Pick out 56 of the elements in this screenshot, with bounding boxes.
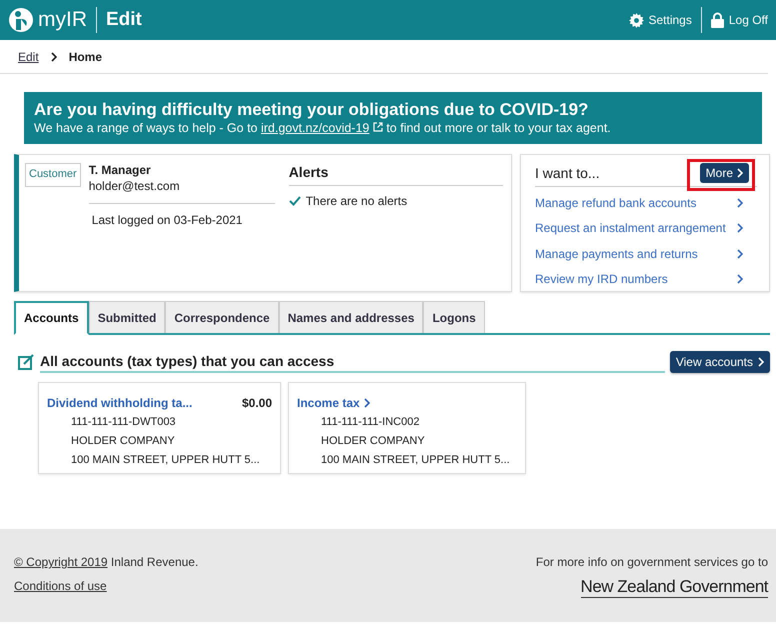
government-info-text: For more info on government services go to: [536, 555, 768, 569]
chevron-icon: [737, 274, 743, 284]
banner-text: We have a range of ways to help - Go to ird.govt.nz/covid-19 to find out more or talk to your tax agent.: [34, 121, 612, 135]
banner-title: Are you having difficulty meeting your obligations due to COVID-19?: [34, 100, 590, 120]
section-title: Edit: [106, 9, 142, 31]
copyright-text: © Copyright 2019 Inland Revenue.: [14, 555, 198, 569]
account-address: 100 MAIN STREET, UPPER HUTT 5...: [321, 454, 511, 467]
account-link[interactable]: Income tax: [297, 396, 370, 410]
chevron-icon: [737, 223, 743, 234]
app-title: myIR: [38, 8, 87, 32]
account-balance: $0.00: [242, 396, 272, 410]
logo-icon: [8, 7, 34, 33]
tab[interactable]: Correspondence: [165, 301, 279, 333]
lock-icon: [710, 12, 724, 28]
customer-badge: Customer: [25, 163, 81, 187]
tab[interactable]: Logons: [423, 301, 485, 333]
alerts-heading: Alerts: [288, 163, 503, 186]
account-number: 111-111-111-INC002: [321, 416, 420, 429]
account-number: 111-111-111-DWT003: [71, 416, 177, 429]
breadcrumb-link[interactable]: Edit: [18, 50, 39, 64]
copyright-link[interactable]: © Copyright 2019: [14, 555, 108, 569]
tab[interactable]: Accounts: [14, 301, 89, 335]
chevron-icon: [737, 198, 743, 208]
settings-button[interactable]: Settings: [628, 12, 692, 28]
conditions-link[interactable]: Conditions of use: [14, 579, 107, 593]
last-logged-text: Last logged on 03-Feb-2021: [92, 213, 244, 227]
i-want-to-heading: I want to...: [535, 165, 600, 181]
chevron-icon: [758, 357, 764, 367]
covid-link[interactable]: ird.govt.nz/covid-19: [260, 121, 370, 135]
section-heading: All accounts (tax types) that you can access: [40, 351, 665, 373]
chevron-icon: [50, 52, 57, 62]
action-link[interactable]: Manage payments and returns: [535, 241, 757, 266]
account-holder: HOLDER COMPANY: [71, 435, 176, 448]
log-off-button[interactable]: Log Off: [710, 12, 768, 28]
account-link[interactable]: Dividend withholding ta...: [47, 396, 192, 410]
account-holder: HOLDER COMPANY: [321, 435, 426, 448]
check-icon: [288, 196, 301, 206]
alerts-message: There are no alerts: [306, 194, 408, 208]
account-address: 100 MAIN STREET, UPPER HUTT 5...: [71, 454, 261, 467]
breadcrumb-current: Home: [68, 50, 102, 64]
tab[interactable]: Names and addresses: [278, 301, 424, 333]
customer-name: T. Manager: [88, 163, 152, 177]
action-link[interactable]: Request an instalment arrangement: [535, 216, 757, 241]
external-link-icon: [372, 122, 383, 132]
chevron-icon: [737, 248, 743, 259]
tab[interactable]: Submitted: [88, 301, 166, 333]
more-button[interactable]: More: [700, 163, 749, 183]
settings-icon: [628, 12, 644, 28]
action-link[interactable]: Review my IRD numbers: [535, 266, 757, 292]
chevron-icon: [364, 398, 370, 408]
view-accounts-button[interactable]: View accounts: [670, 351, 770, 373]
chevron-icon: [737, 168, 743, 178]
customer-email: holder@test.com: [88, 179, 275, 204]
edit-icon: [18, 354, 35, 370]
action-link[interactable]: Manage refund bank accounts: [535, 190, 757, 216]
government-logo[interactable]: New Zealand Government: [580, 577, 768, 598]
